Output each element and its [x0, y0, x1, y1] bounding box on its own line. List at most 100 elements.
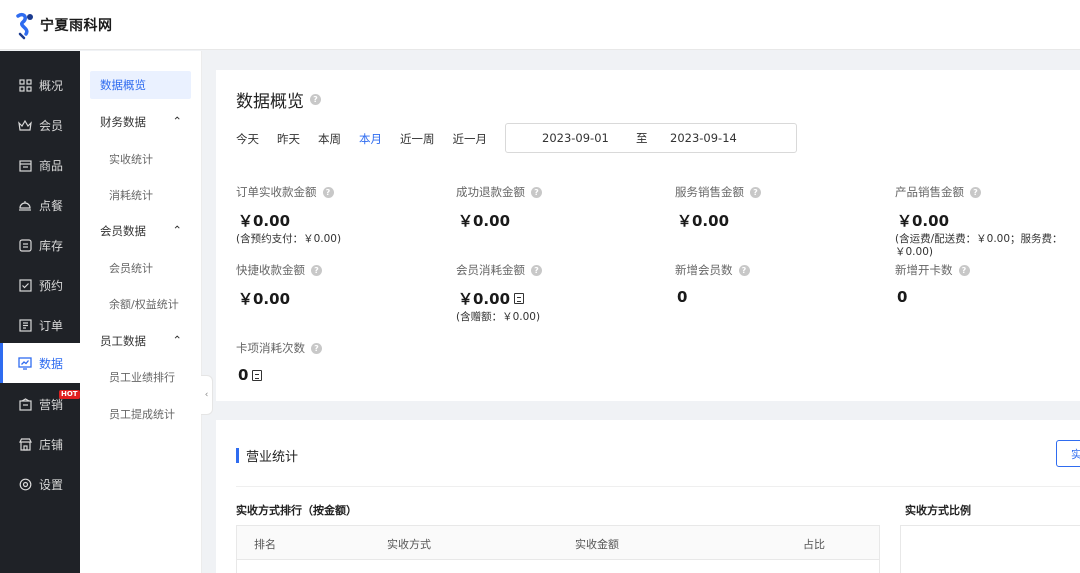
subnav-item-staff-commission[interactable]: 员工提成统计 — [80, 406, 202, 422]
metric-value: 0 — [897, 288, 908, 306]
metric-label: 服务销售金额 — [675, 185, 744, 199]
nav-item-ordering[interactable]: 点餐 — [0, 185, 80, 225]
nav-item-inventory[interactable]: 库存 — [0, 225, 80, 265]
metric-value: ￥0.00 — [458, 290, 511, 308]
metric-service-sales: 服务销售金额? ￥0.00 — [675, 184, 875, 231]
calendar-check-icon — [18, 278, 32, 292]
section-title-text: 营业统计 — [246, 450, 299, 465]
metric-value: 0 — [238, 366, 249, 384]
details-icon[interactable] — [514, 293, 525, 304]
date-range-picker[interactable]: 2023-09-01 至 2023-09-14 — [505, 123, 797, 153]
date-separator: 至 — [636, 131, 648, 145]
metric-value: ￥0.00 — [238, 290, 291, 308]
nav-item-booking[interactable]: 预约 — [0, 265, 80, 305]
tab-this-week[interactable]: 本周 — [318, 131, 341, 147]
top-header: 宁夏雨科网 — [0, 0, 1080, 50]
tab-yesterday[interactable]: 昨天 — [277, 131, 300, 147]
tab-today[interactable]: 今天 — [236, 131, 259, 147]
marketing-icon — [18, 397, 32, 411]
secondary-sidebar: 数据概览 财务数据 ⌃ 实收统计 消耗统计 会员数据 ⌃ 会员统计 余额/权益统… — [80, 51, 202, 573]
nav-item-label: 概况 — [39, 78, 64, 93]
business-stats-card: 营业统计 实 实收方式排行（按金额） 实收方式比例 排名 实收方式 实收金额 占… — [216, 420, 1080, 573]
nav-item-marketing[interactable]: 营销 HOT — [0, 384, 80, 424]
order-icon — [18, 318, 32, 332]
tab-this-month[interactable]: 本月 — [359, 131, 382, 147]
help-icon[interactable]: ? — [970, 186, 981, 198]
column-header-method: 实收方式 — [387, 538, 431, 551]
metric-refunds: 成功退款金额? ￥0.00 — [456, 184, 656, 231]
metric-new-members: 新增会员数? 0 — [675, 262, 875, 306]
subnav-group-member[interactable]: 会员数据 ⌃ — [80, 223, 202, 239]
page-title-text: 数据概览 — [236, 92, 304, 112]
inventory-icon — [18, 238, 32, 252]
nav-item-goods[interactable]: 商品 — [0, 145, 80, 185]
subnav-item-consumption[interactable]: 消耗统计 — [80, 187, 202, 203]
help-icon[interactable]: ? — [310, 94, 321, 105]
metric-label: 新增会员数 — [675, 263, 733, 277]
subnav-item-balance-stats[interactable]: 余额/权益统计 — [80, 296, 202, 312]
shop-icon — [18, 158, 32, 172]
help-icon[interactable]: ? — [322, 186, 334, 198]
metric-value: ￥0.00 — [458, 212, 511, 230]
section-action-button[interactable]: 实 — [1056, 440, 1080, 467]
ranking-title: 实收方式排行（按金额） — [236, 504, 357, 517]
nav-item-label: 会员 — [39, 118, 64, 133]
data-overview-card: 数据概览 ? 今天 昨天 本周 本月 近一周 近一月 2023-09-01 至 … — [216, 70, 1080, 401]
subnav-group-label: 员工数据 — [100, 334, 146, 348]
metric-quick-pay: 快捷收款金额? ￥0.00 — [236, 262, 436, 309]
metric-member-consumption: 会员消耗金额? ￥0.00 (含赠额：￥0.00) — [456, 262, 656, 324]
brand-logo-icon — [14, 10, 36, 40]
subnav-data-overview[interactable]: 数据概览 — [90, 71, 191, 99]
nav-item-data[interactable]: 数据 — [0, 343, 80, 383]
divider — [236, 486, 1080, 487]
date-tabs: 今天 昨天 本周 本月 近一周 近一月 — [236, 131, 505, 147]
chart-monitor-icon — [18, 356, 32, 370]
subnav-item-staff-ranking[interactable]: 员工业绩排行 — [80, 369, 202, 385]
metric-label: 卡项消耗次数 — [236, 341, 305, 355]
brand-name: 宁夏雨科网 — [40, 17, 113, 34]
metric-card-usage: 卡项消耗次数? 0 — [236, 340, 436, 384]
help-icon[interactable]: ? — [738, 264, 750, 276]
gear-icon — [18, 477, 32, 491]
nav-item-label: 订单 — [39, 318, 64, 333]
chevron-left-icon: ‹ — [204, 390, 209, 400]
help-icon[interactable]: ? — [531, 186, 542, 198]
nav-item-member[interactable]: 会员 — [0, 105, 80, 145]
date-end[interactable]: 2023-09-14 — [670, 131, 737, 145]
ranking-table: 排名 实收方式 实收金额 占比 — [236, 525, 880, 573]
nav-item-orders[interactable]: 订单 — [0, 305, 80, 345]
section-title-bar — [236, 448, 239, 463]
help-icon[interactable]: ? — [311, 264, 322, 276]
tab-last-month[interactable]: 近一月 — [453, 131, 488, 147]
subnav-item-member-stats[interactable]: 会员统计 — [80, 260, 202, 276]
metric-label: 会员消耗金额 — [456, 263, 525, 277]
nav-item-store[interactable]: 店铺 — [0, 424, 80, 464]
nav-item-settings[interactable]: 设置 — [0, 464, 80, 504]
metric-value-row: ￥0.00 — [456, 288, 656, 309]
metric-label: 新增开卡数 — [895, 263, 953, 277]
subnav-group-staff[interactable]: 员工数据 ⌃ — [80, 333, 202, 349]
column-header-amount: 实收金额 — [575, 538, 619, 551]
date-start[interactable]: 2023-09-01 — [542, 131, 609, 145]
sidebar-collapse-button[interactable]: ‹ — [201, 375, 213, 415]
help-icon[interactable]: ? — [311, 342, 322, 354]
metric-label: 订单实收款金额 — [236, 185, 317, 199]
metric-value: ￥0.00 — [677, 212, 730, 230]
help-icon[interactable]: ? — [750, 186, 761, 198]
help-icon[interactable]: ? — [531, 264, 542, 276]
metric-note: (含赠额：￥0.00) — [456, 311, 541, 323]
primary-sidebar: 概况 会员 商品 点餐 库存 预约 订单 数据 营销 HOT 店铺 设置 — [0, 51, 80, 573]
dish-icon — [18, 198, 32, 212]
help-icon[interactable]: ? — [958, 264, 970, 276]
metric-value: ￥0.00 — [897, 212, 950, 230]
tab-last-week[interactable]: 近一周 — [400, 131, 435, 147]
ratio-title: 实收方式比例 — [905, 504, 971, 517]
subnav-item-receipts[interactable]: 实收统计 — [80, 151, 202, 167]
details-icon[interactable] — [252, 369, 263, 381]
nav-item-label: 设置 — [39, 477, 64, 492]
page-title: 数据概览 ? — [236, 87, 321, 112]
nav-item-overview[interactable]: 概况 — [0, 65, 80, 105]
subnav-group-finance[interactable]: 财务数据 ⌃ — [80, 114, 202, 130]
crown-icon — [18, 118, 32, 132]
nav-item-label: 点餐 — [39, 198, 64, 213]
